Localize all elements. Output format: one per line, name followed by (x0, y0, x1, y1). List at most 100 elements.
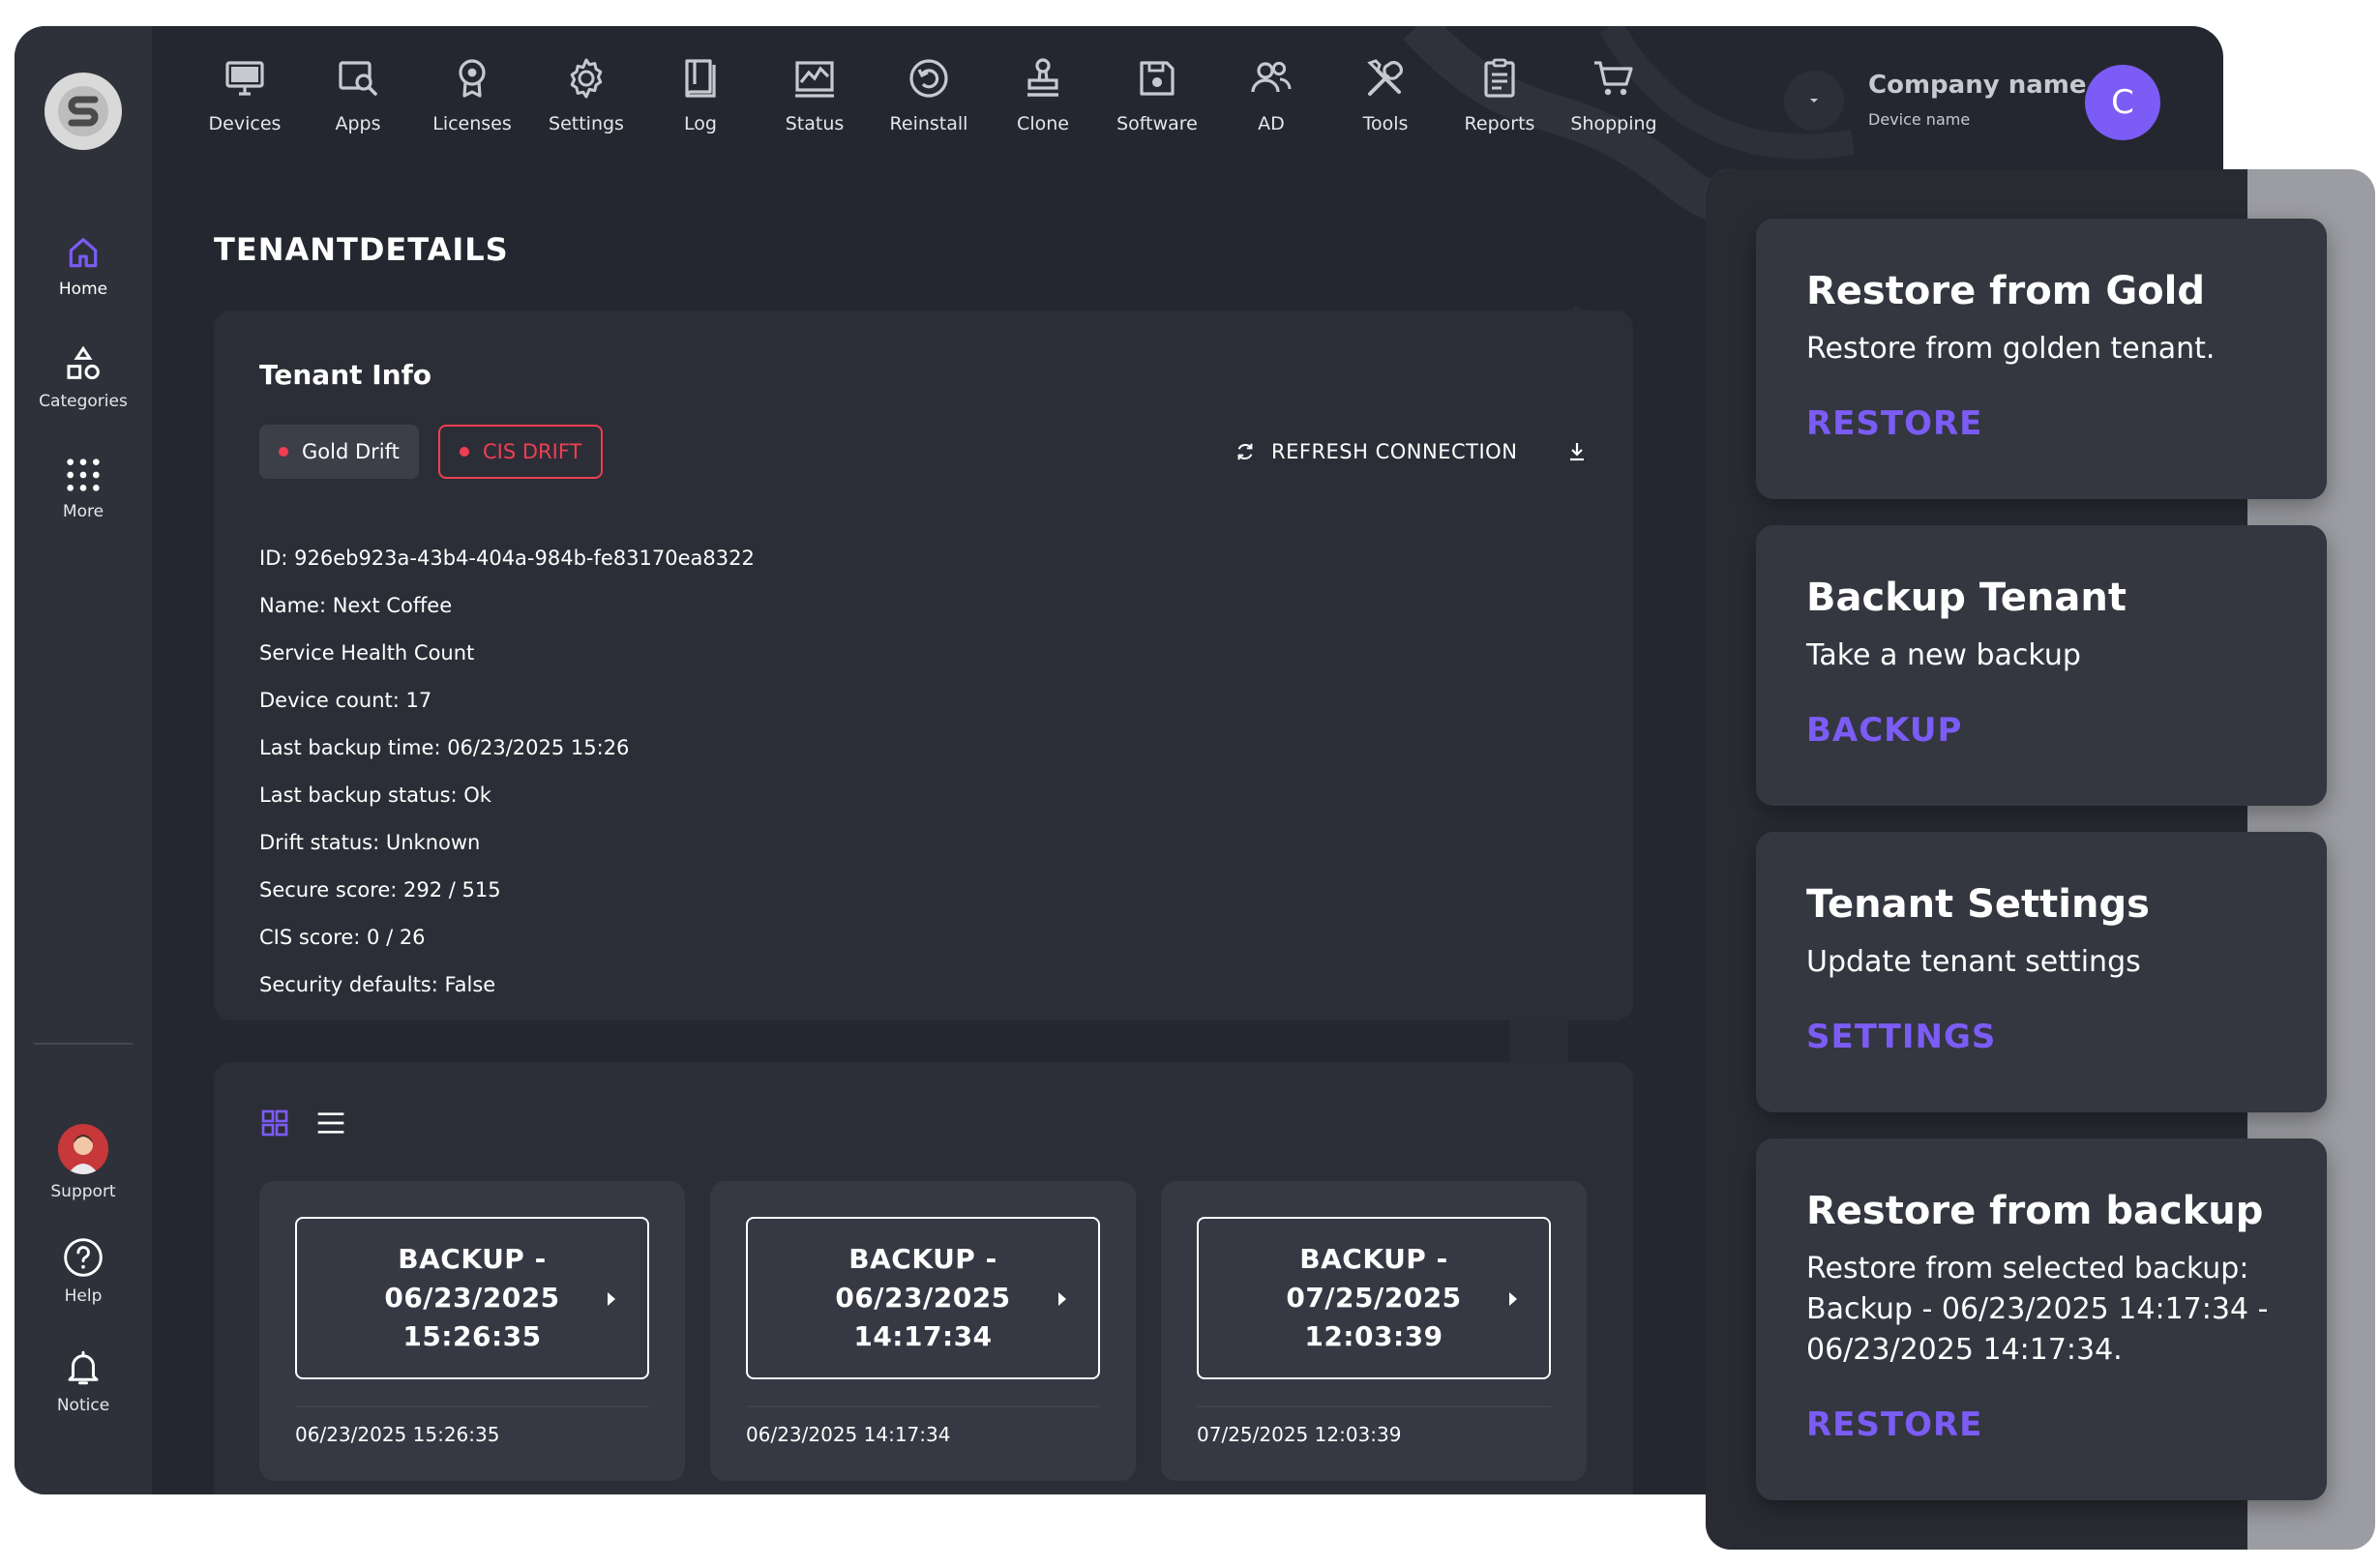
support-avatar (58, 1124, 108, 1174)
logo-mark-icon (58, 86, 108, 136)
toolbar-item-apps[interactable]: Apps (301, 55, 415, 134)
backup-select-button[interactable]: BACKUP - 07/25/2025 12:03:39 (1197, 1217, 1551, 1379)
toolbar-item-ad[interactable]: AD (1214, 55, 1328, 134)
apps-search-icon (339, 61, 377, 96)
download-icon (1570, 443, 1584, 461)
help-icon (64, 1238, 103, 1277)
bell-icon (68, 1350, 99, 1385)
toolbar-label: Devices (208, 113, 282, 134)
action-title: Backup Tenant (1806, 576, 2127, 620)
caret-right-icon (1058, 1292, 1066, 1306)
backup-label-line: 06/23/2025 (384, 1282, 560, 1314)
nav-item-more[interactable]: More (15, 456, 152, 521)
backup-date: 07/25/2025 12:03:39 (1197, 1423, 1402, 1446)
download-button[interactable] (1563, 438, 1591, 465)
nav-item-label: Home (58, 280, 108, 299)
toolbar-label: Licenses (432, 113, 512, 134)
action-panel: Restore from Gold Restore from golden te… (1706, 169, 2375, 1550)
refresh-icon (1237, 443, 1253, 460)
toolbar-item-settings[interactable]: Settings (529, 55, 643, 134)
chip-label: CIS DRIFT (483, 440, 582, 463)
backup-tile: BACKUP - 06/23/2025 15:26:35 06/23/2025 … (259, 1181, 685, 1481)
left-sidebar: Home Categories More Support Help Notice (15, 26, 152, 1494)
book-icon (685, 59, 716, 98)
backup-button[interactable]: BACKUP (1806, 711, 1962, 750)
backup-label-line: 15:26:35 (402, 1320, 542, 1352)
refresh-connection-button[interactable]: REFRESH CONNECTION (1235, 434, 1517, 469)
settings-button[interactable]: SETTINGS (1806, 1018, 1996, 1056)
backup-label-line: BACKUP - (1299, 1243, 1448, 1275)
backup-date: 06/23/2025 15:26:35 (295, 1423, 500, 1446)
grid-view-icon (261, 1109, 288, 1137)
gear-icon (570, 58, 603, 99)
toolbar-item-devices[interactable]: Devices (188, 55, 302, 134)
info-line: Secure score: 292 / 515 (259, 878, 501, 902)
action-description: Take a new backup (1806, 638, 2081, 672)
toolbar-label: AD (1258, 113, 1285, 134)
backup-date: 06/23/2025 14:17:34 (746, 1423, 951, 1446)
list-view-toggle[interactable] (313, 1106, 348, 1140)
floppy-icon (1140, 61, 1175, 96)
backup-tile: BACKUP - 06/23/2025 14:17:34 06/23/2025 … (710, 1181, 1136, 1481)
backup-select-button[interactable]: BACKUP - 06/23/2025 15:26:35 (295, 1217, 649, 1379)
nav-item-help[interactable]: Help (15, 1236, 152, 1306)
reinstall-icon (909, 59, 948, 98)
backup-label: BACKUP - 06/23/2025 15:26:35 (356, 1240, 588, 1356)
nav-item-categories[interactable]: Categories (15, 345, 152, 411)
toolbar-label: Shopping (1570, 113, 1657, 134)
toolbar-item-shopping[interactable]: Shopping (1557, 55, 1671, 134)
users-icon (1251, 61, 1292, 93)
info-line: Last backup time: 06/23/2025 15:26 (259, 736, 630, 759)
account-dropdown-button[interactable] (1784, 71, 1844, 131)
toolbar-label: Clone (1017, 113, 1069, 134)
status-dot (279, 447, 288, 457)
tile-divider (295, 1405, 649, 1407)
caret-right-icon (608, 1292, 615, 1306)
toolbar-item-licenses[interactable]: Licenses (415, 55, 529, 134)
toolbar-label: Software (1116, 113, 1198, 134)
action-title: Restore from Gold (1806, 269, 2205, 313)
chip-label: Gold Drift (302, 440, 400, 463)
user-avatar[interactable]: C (2085, 65, 2160, 140)
toolbar-item-tools[interactable]: Tools (1328, 55, 1443, 134)
toolbar-label: Apps (335, 113, 381, 134)
toolbar-item-reinstall[interactable]: Reinstall (872, 55, 986, 134)
stamp-icon (1027, 58, 1058, 97)
backup-select-button[interactable]: BACKUP - 06/23/2025 14:17:34 (746, 1217, 1100, 1379)
action-description: Restore from selected backup: Backup - 0… (1806, 1252, 2269, 1367)
toolbar-item-clone[interactable]: Clone (986, 55, 1100, 134)
tenant-info-card: Tenant Info Gold Drift CIS DRIFT REFRESH… (214, 310, 1633, 1020)
app-logo[interactable] (45, 73, 122, 150)
info-line: CIS score: 0 / 26 (259, 926, 426, 949)
restore-from-gold-card: Restore from Gold Restore from golden te… (1756, 219, 2327, 499)
toolbar-item-software[interactable]: Software (1100, 55, 1214, 134)
gold-drift-chip[interactable]: Gold Drift (259, 425, 419, 479)
toolbar-label: Settings (549, 113, 624, 134)
status-chart-icon (795, 61, 834, 98)
toolbar-item-reports[interactable]: Reports (1443, 55, 1557, 134)
toolbar-item-log[interactable]: Log (643, 55, 758, 134)
nav-item-support[interactable]: Support (15, 1124, 152, 1201)
status-dot (460, 447, 469, 457)
cis-drift-chip[interactable]: CIS DRIFT (438, 425, 604, 479)
action-title: Restore from backup (1806, 1189, 2264, 1233)
nav-item-notice[interactable]: Notice (15, 1347, 152, 1415)
restore-gold-button[interactable]: RESTORE (1806, 404, 1982, 443)
restore-from-backup-card: Restore from backup Restore from selecte… (1756, 1138, 2327, 1500)
toolbar-label: Tools (1362, 113, 1409, 134)
list-view-icon (317, 1112, 344, 1134)
toolbar-label: Reports (1464, 113, 1535, 134)
toolbar-item-status[interactable]: Status (758, 55, 872, 134)
nav-item-label: More (62, 502, 104, 521)
tile-divider (746, 1405, 1100, 1407)
info-line: ID: 926eb923a-43b4-404a-984b-fe83170ea83… (259, 547, 755, 570)
grid-view-toggle[interactable] (257, 1106, 292, 1140)
toolbar-label: Log (684, 113, 717, 134)
backup-label-line: BACKUP - (398, 1243, 547, 1275)
nav-item-home[interactable]: Home (15, 235, 152, 299)
backup-label: BACKUP - 06/23/2025 14:17:34 (807, 1240, 1039, 1356)
device-name: Device name (1868, 110, 1971, 129)
backup-label: BACKUP - 07/25/2025 12:03:39 (1258, 1240, 1490, 1356)
restore-backup-button[interactable]: RESTORE (1806, 1405, 1982, 1444)
tools-icon (1367, 59, 1403, 96)
